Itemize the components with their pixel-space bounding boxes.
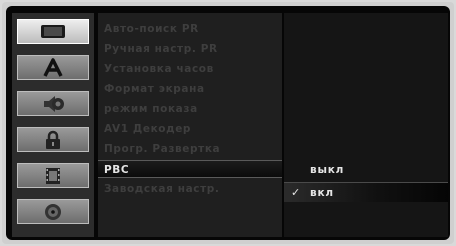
category-sidebar [12, 13, 94, 237]
speaker-icon[interactable] [17, 91, 89, 116]
checkmark-icon: ✓ [291, 186, 302, 199]
options-panel: выкл ✓ вкл [284, 13, 448, 237]
option-on[interactable]: ✓ вкл [284, 182, 448, 202]
settings-menu: Авто-поиск PR Ручная настр. PR Установка… [98, 13, 282, 237]
menu-item-auto-search[interactable]: Авто-поиск PR [104, 20, 282, 38]
language-icon[interactable] [17, 55, 89, 80]
menu-item-av1-decoder[interactable]: AV1 Декодер [104, 120, 282, 138]
menu-item-factory-reset[interactable]: Заводская настр. [104, 180, 282, 198]
disc-icon[interactable] [17, 199, 89, 224]
tv-icon[interactable] [17, 19, 89, 44]
lock-icon[interactable] [17, 127, 89, 152]
setup-menu-screen: Авто-поиск PR Ручная настр. PR Установка… [6, 6, 450, 240]
option-label: вкл [310, 187, 334, 199]
menu-item-display-mode[interactable]: режим показа [104, 100, 282, 118]
film-icon[interactable] [17, 163, 89, 188]
option-label: выкл [310, 164, 345, 176]
menu-item-clock-setup[interactable]: Установка часов [104, 60, 282, 78]
menu-item-pbc[interactable]: PBC [98, 160, 282, 178]
menu-item-progressive-scan[interactable]: Прогр. Развертка [104, 140, 282, 158]
menu-item-screen-format[interactable]: Формат экрана [104, 80, 282, 98]
option-off[interactable]: выкл [284, 160, 448, 180]
menu-item-manual-setup[interactable]: Ручная настр. PR [104, 40, 282, 58]
